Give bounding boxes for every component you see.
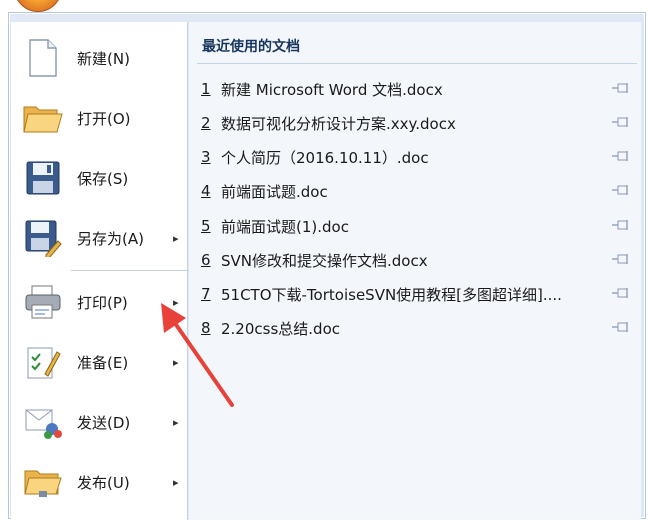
document-name: 2.20css总结.doc xyxy=(221,319,340,338)
document-number: 4 xyxy=(201,182,211,200)
pin-icon[interactable] xyxy=(611,183,629,197)
pin-icon[interactable] xyxy=(611,218,629,232)
office-button[interactable] xyxy=(14,0,62,12)
recent-document-row[interactable]: 7 51CTO下载-TortoiseSVN使用教程[多图超详细].... xyxy=(201,280,633,308)
submenu-arrow-icon: ▸ xyxy=(173,475,179,489)
menu-item-label: 另存为(A) xyxy=(77,229,144,248)
document-number: 5 xyxy=(201,217,211,235)
submenu-arrow-icon: ▸ xyxy=(173,295,179,309)
save-as-icon xyxy=(21,216,65,260)
floppy-disk-icon xyxy=(21,156,65,200)
recent-document-row[interactable]: 6 SVN修改和提交操作文档.docx xyxy=(201,246,633,274)
document-name: SVN修改和提交操作文档.docx xyxy=(221,251,428,270)
recent-document-row[interactable]: 1 新建 Microsoft Word 文档.docx xyxy=(201,75,633,103)
pin-icon[interactable] xyxy=(611,81,629,95)
prepare-icon xyxy=(21,340,65,384)
pin-icon[interactable] xyxy=(611,252,629,266)
submenu-arrow-icon: ▸ xyxy=(173,231,179,245)
submenu-arrow-icon: ▸ xyxy=(173,355,179,369)
submenu-arrow-icon: ▸ xyxy=(173,415,179,429)
send-icon xyxy=(21,400,65,444)
menu-item-label: 打开(O) xyxy=(77,109,131,128)
recent-documents-title: 最近使用的文档 xyxy=(202,39,300,55)
title-divider xyxy=(197,63,637,64)
recent-document-row[interactable]: 5 前端面试题(1).doc xyxy=(201,212,633,240)
pin-icon[interactable] xyxy=(611,320,629,334)
document-name: 51CTO下载-TortoiseSVN使用教程[多图超详细].... xyxy=(221,285,562,304)
publish-folder-icon xyxy=(21,460,65,504)
document-number: 8 xyxy=(201,319,211,337)
menu-item-publish[interactable]: 发布(U) ▸ xyxy=(11,454,187,510)
menu-item-label: 准备(E) xyxy=(77,353,129,372)
menu-item-send[interactable]: 发送(D) ▸ xyxy=(11,394,187,450)
recent-document-row[interactable]: 4 前端面试题.doc xyxy=(201,177,633,205)
menu-item-save-as[interactable]: 另存为(A) ▸ xyxy=(11,210,187,266)
pin-icon[interactable] xyxy=(611,149,629,163)
document-number: 1 xyxy=(201,80,211,98)
open-folder-icon xyxy=(21,96,65,140)
menu-item-new[interactable]: 新建(N) xyxy=(11,30,187,86)
pin-icon[interactable] xyxy=(611,115,629,129)
document-name: 新建 Microsoft Word 文档.docx xyxy=(221,80,443,99)
pin-icon[interactable] xyxy=(611,286,629,300)
new-document-icon xyxy=(21,36,65,80)
menu-item-label: 新建(N) xyxy=(77,49,130,68)
recent-document-row[interactable]: 3 个人简历（2016.10.11）.doc xyxy=(201,143,633,171)
printer-icon xyxy=(21,280,65,324)
document-name: 数据可视化分析设计方案.xxy.docx xyxy=(221,114,456,133)
menu-item-label: 打印(P) xyxy=(77,293,128,312)
document-number: 6 xyxy=(201,251,211,269)
document-number: 7 xyxy=(201,285,211,303)
menu-item-prepare[interactable]: 准备(E) ▸ xyxy=(11,334,187,390)
menu-item-save[interactable]: 保存(S) xyxy=(11,150,187,206)
menu-item-label: 发布(U) xyxy=(77,473,130,492)
document-name: 个人简历（2016.10.11）.doc xyxy=(221,148,429,167)
document-number: 3 xyxy=(201,148,211,166)
document-name: 前端面试题(1).doc xyxy=(221,217,349,236)
document-name: 前端面试题.doc xyxy=(221,182,328,201)
document-number: 2 xyxy=(201,114,211,132)
menu-item-label: 发送(D) xyxy=(77,413,131,432)
menu-item-print[interactable]: 打印(P) ▸ xyxy=(11,274,187,330)
recent-document-row[interactable]: 8 2.20css总结.doc xyxy=(201,314,633,342)
menu-item-label: 保存(S) xyxy=(77,169,129,188)
menu-separator xyxy=(71,270,189,271)
menu-item-open[interactable]: 打开(O) xyxy=(11,90,187,146)
recent-document-row[interactable]: 2 数据可视化分析设计方案.xxy.docx xyxy=(201,109,633,137)
office-menu-commands: 新建(N) 打开(O) 保存(S) 另存为(A) ▸ 打印(P) ▸ 准备(E)… xyxy=(11,22,189,520)
